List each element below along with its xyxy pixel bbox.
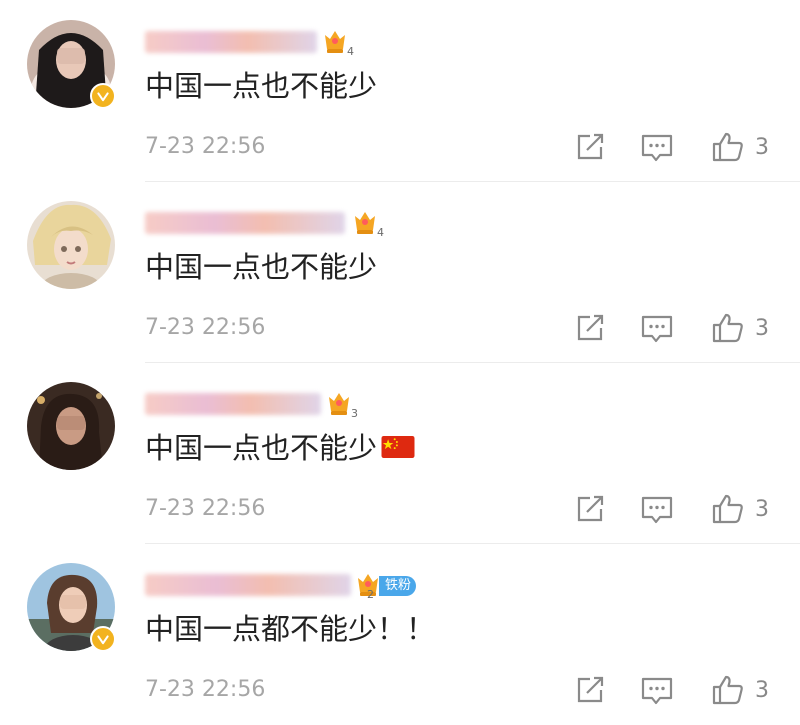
username-blurred[interactable]	[145, 31, 317, 53]
comment-timestamp: 7-23 22:56	[145, 315, 266, 340]
username-blurred[interactable]	[145, 393, 321, 415]
thumbs-up-icon[interactable]	[711, 131, 745, 163]
verified-badge-icon	[90, 626, 116, 652]
comment-text-row: 中国一点也不能少	[145, 428, 415, 468]
comment-item: 3 中国一点也不能少 7-23 22:56 3	[0, 362, 800, 543]
comment-text: 中国一点都不能少！！	[145, 612, 436, 646]
like-count: 3	[755, 497, 769, 522]
comment-timestamp: 7-23 22:56	[145, 496, 266, 521]
divider	[145, 543, 800, 544]
comment-item: 4 中国一点也不能少 7-23 22:56 3	[0, 0, 800, 181]
comment-item: 2 铁粉 中国一点都不能少！！ 7-23 22:56 3	[0, 543, 800, 724]
like-count: 3	[755, 316, 769, 341]
share-icon[interactable]	[573, 493, 607, 525]
fan-level-badge-icon: 4	[325, 31, 354, 57]
level-number: 2	[367, 588, 374, 600]
fan-level-badge-icon: 4	[355, 212, 384, 238]
user-avatar[interactable]	[27, 382, 115, 470]
share-icon[interactable]	[573, 312, 607, 344]
comment-timestamp: 7-23 22:56	[145, 134, 266, 159]
comment-icon[interactable]	[640, 493, 674, 525]
comment-icon[interactable]	[640, 131, 674, 163]
comment-icon[interactable]	[640, 674, 674, 706]
share-icon[interactable]	[573, 674, 607, 706]
comment-icon[interactable]	[640, 312, 674, 344]
username-blurred[interactable]	[145, 212, 345, 234]
divider	[145, 362, 800, 363]
thumbs-up-icon[interactable]	[711, 493, 745, 525]
username-blurred[interactable]	[145, 574, 351, 596]
thumbs-up-icon[interactable]	[711, 674, 745, 706]
fan-tag-badge: 铁粉	[379, 576, 417, 596]
china-flag-icon	[381, 436, 415, 458]
level-number: 3	[351, 407, 358, 419]
fan-level-badge-icon: 3	[329, 393, 358, 419]
comment-text: 中国一点也不能少	[145, 250, 378, 284]
comment-timestamp: 7-23 22:56	[145, 677, 266, 702]
verified-badge-icon	[90, 83, 116, 109]
comment-text: 中国一点也不能少	[145, 69, 378, 103]
comment-text: 中国一点也不能少	[145, 431, 378, 465]
share-icon[interactable]	[573, 131, 607, 163]
divider	[145, 181, 800, 182]
thumbs-up-icon[interactable]	[711, 312, 745, 344]
like-count: 3	[755, 678, 769, 703]
level-number: 4	[377, 226, 384, 238]
level-number: 4	[347, 45, 354, 57]
like-count: 3	[755, 135, 769, 160]
user-avatar[interactable]	[27, 201, 115, 289]
comment-item: 4 中国一点也不能少 7-23 22:56 3	[0, 181, 800, 362]
